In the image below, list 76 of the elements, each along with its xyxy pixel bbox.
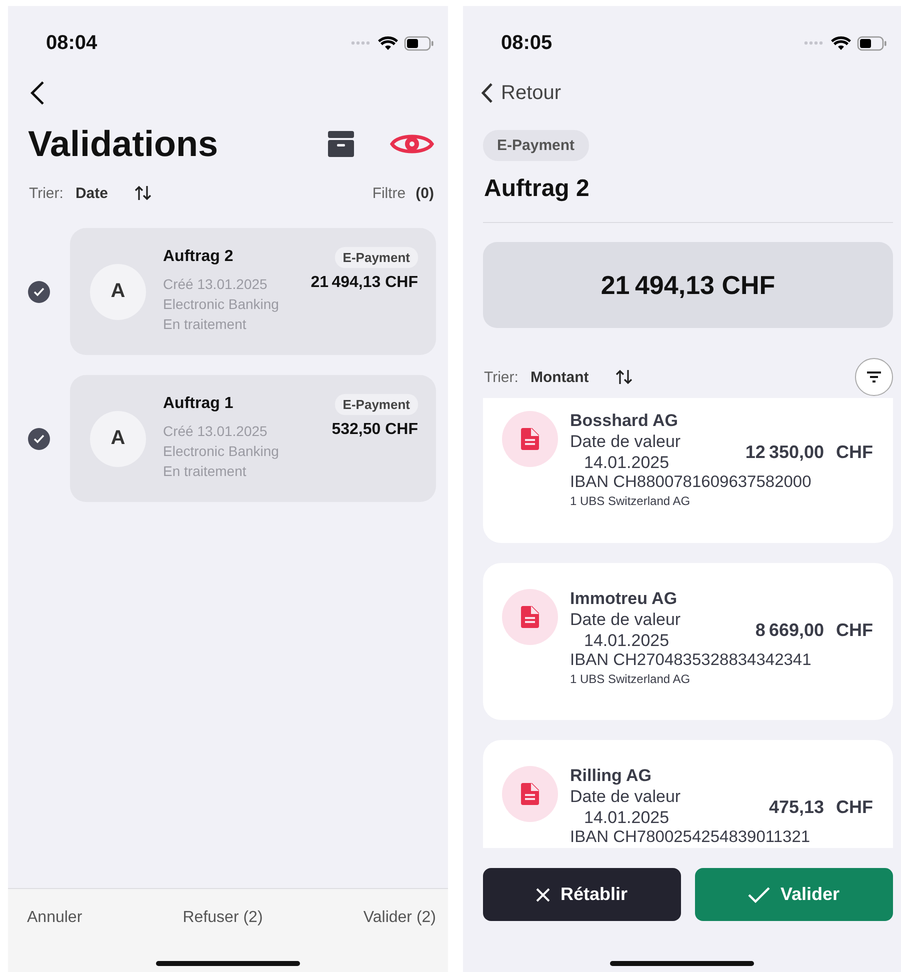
payee-name: Rilling AG xyxy=(570,766,653,786)
sort-arrows-icon[interactable] xyxy=(134,185,152,201)
value-date-label: Date de valeur xyxy=(570,431,681,452)
status-time: 08:04 xyxy=(46,32,98,54)
order-channel: Electronic Banking xyxy=(163,295,279,314)
value-date-label: Date de valeur xyxy=(570,609,681,630)
order-channel: Electronic Banking xyxy=(163,442,279,461)
checkbox[interactable] xyxy=(28,280,50,302)
iban-text: IBAN CH8800781609637582000 xyxy=(570,473,812,492)
confirm-button[interactable]: Valider xyxy=(695,868,893,921)
order-created: Créé 13.01.2025 xyxy=(163,422,268,441)
order-status: En traitement xyxy=(163,315,248,334)
back-chevron-icon[interactable] xyxy=(481,82,493,104)
page-title: Validations xyxy=(28,123,220,165)
payment-card[interactable]: Rilling AG Date de valeur 14.01.2025 475,13 CHF IBAN CH7800254254839011321 xyxy=(483,740,893,848)
order-card[interactable]: A Auftrag 1 Créé 13.01.2025 Electronic Banking En traitement E-Payment 532,50 CHF xyxy=(70,375,436,502)
iban-text: IBAN CH7800254254839011321 xyxy=(570,828,812,847)
reset-button[interactable]: Rétablir xyxy=(483,868,681,921)
cellular-signal-icon xyxy=(803,40,825,46)
type-badge: E-Payment xyxy=(334,394,418,415)
order-created: Créé 13.01.2025 xyxy=(163,275,268,294)
footer-action[interactable]: Refuser (2) xyxy=(182,907,263,929)
sort-arrows-icon[interactable] xyxy=(614,369,633,385)
order-card[interactable]: A Auftrag 2 Créé 13.01.2025 Electronic Banking En traitement E-Payment 21 494,13 CHF xyxy=(70,228,436,355)
order-status: En traitement xyxy=(163,462,248,481)
bank-name: 1 UBS Switzerland AG xyxy=(570,494,692,508)
payee-name: Immotreu AG xyxy=(570,589,678,609)
value-date: 14.01.2025 xyxy=(584,452,670,473)
filter-button[interactable] xyxy=(855,358,893,396)
back-chevron-icon[interactable] xyxy=(30,80,46,106)
value-date-label: Date de valeur xyxy=(570,786,681,807)
wifi-icon xyxy=(831,36,851,50)
total-amount: 21 494,13 CHF xyxy=(600,270,776,300)
payment-amount: 475,13 xyxy=(768,796,824,818)
payment-amount: 12 350,00 xyxy=(745,442,824,462)
bank-name: 1 UBS Switzerland AG xyxy=(570,672,692,686)
close-icon xyxy=(536,888,550,902)
filter-count: (0) xyxy=(416,184,434,202)
sort-label: Trier: xyxy=(484,368,518,386)
checkbox[interactable] xyxy=(28,428,50,450)
checkmark-icon xyxy=(748,886,770,902)
sort-label: Trier: xyxy=(29,184,64,202)
order-amount: 532,50 CHF xyxy=(332,421,418,439)
iban-text: IBAN CH2704835328834342341 xyxy=(570,651,812,670)
checkmark-icon xyxy=(33,434,45,444)
wifi-icon xyxy=(378,36,398,50)
battery-icon xyxy=(857,36,887,50)
currency: CHF xyxy=(836,620,873,640)
currency: CHF xyxy=(836,796,873,818)
cellular-signal-icon xyxy=(350,40,372,46)
sort-value[interactable]: Date xyxy=(75,184,108,202)
avatar-initial: A xyxy=(90,410,146,466)
payee-name: Bosshard AG xyxy=(570,411,680,431)
footer-action[interactable]: Valider (2) xyxy=(363,907,436,929)
filter-icon xyxy=(866,371,882,383)
currency: CHF xyxy=(836,442,873,462)
avatar-initial: A xyxy=(90,264,146,320)
value-date: 14.01.2025 xyxy=(584,807,670,828)
checkmark-icon xyxy=(33,286,45,296)
status-time: 08:05 xyxy=(501,32,552,54)
payment-amount: 8 669,00 xyxy=(755,620,824,640)
archive-box-icon[interactable] xyxy=(326,129,356,159)
payment-card[interactable]: Bosshard AG Date de valeur 14.01.2025 12 350,00 CHF IBAN CH8800781609637582000 1 UBS Switzerland AG xyxy=(483,398,893,543)
order-amount: 21 494,13 CHF xyxy=(310,274,418,292)
footer-action[interactable]: Annuler xyxy=(27,907,82,929)
payment-card[interactable]: Immotreu AG Date de valeur 14.01.2025 8 669,00 CHF IBAN CH2704835328834342341 1 UBS Switzerland AG xyxy=(483,563,893,720)
type-chip: E-Payment xyxy=(483,130,589,161)
back-link[interactable]: Retour xyxy=(501,82,562,104)
order-title: Auftrag 1 xyxy=(163,395,234,413)
value-date: 14.01.2025 xyxy=(584,630,670,651)
order-title: Auftrag 2 xyxy=(163,248,234,266)
battery-icon xyxy=(404,36,434,50)
type-badge: E-Payment xyxy=(334,247,418,268)
sort-value[interactable]: Montant xyxy=(530,368,589,386)
filter-label[interactable]: Filtre xyxy=(372,184,406,202)
order-title: Auftrag 2 xyxy=(484,175,590,203)
